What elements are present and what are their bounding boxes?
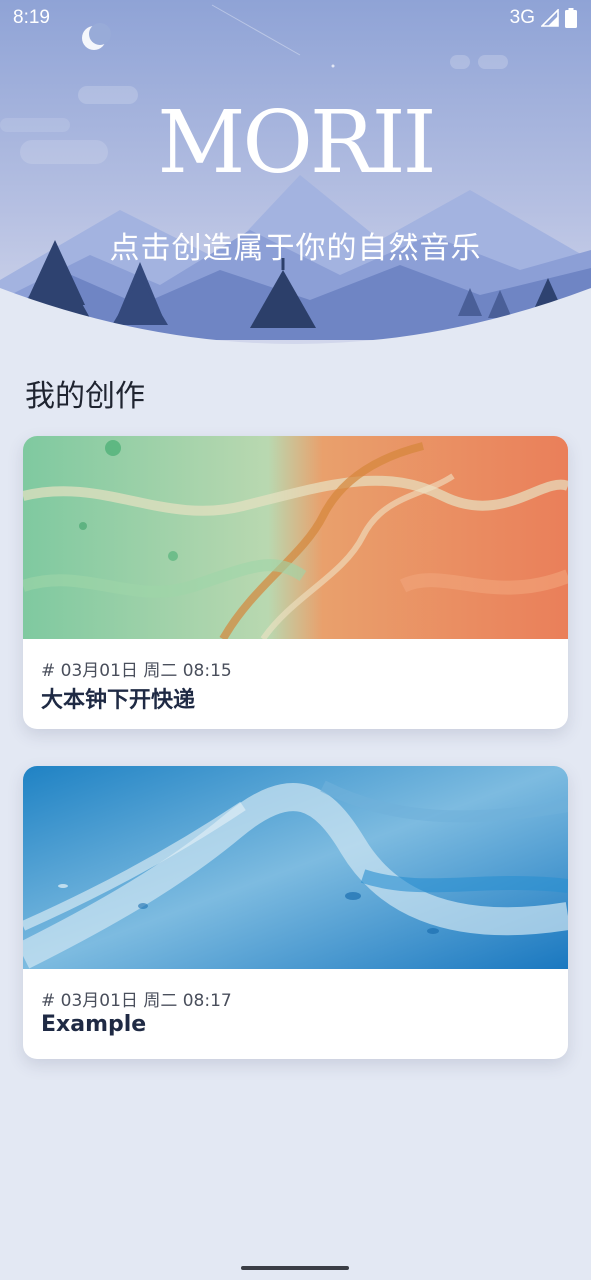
network-type: 3G <box>509 7 535 28</box>
create-music-tagline[interactable]: 点击创造属于你的自然音乐 <box>0 223 591 267</box>
creation-card[interactable]: # 03月01日 周二 08:15 大本钟下开快递 <box>23 436 568 729</box>
app-logo: MORII <box>157 93 436 193</box>
section-title: 我的创作 <box>25 379 145 414</box>
status-indicators: 3G <box>510 7 577 29</box>
status-time: 8:19 <box>13 7 50 28</box>
creation-card[interactable]: # 03月01日 周二 08:17 Example <box>23 766 568 1059</box>
home-indicator[interactable] <box>241 1266 349 1270</box>
card-timestamp: # 03月01日 周二 08:17 <box>41 991 232 1011</box>
battery-icon <box>565 8 577 28</box>
card-title: 大本钟下开快递 <box>41 688 196 713</box>
card-cover-image <box>23 766 568 969</box>
card-timestamp: # 03月01日 周二 08:15 <box>41 661 232 681</box>
status-bar: 8:19 3G <box>0 0 591 38</box>
card-title: Example <box>41 1012 147 1037</box>
signal-icon <box>541 9 559 27</box>
card-cover-image <box>23 436 568 639</box>
